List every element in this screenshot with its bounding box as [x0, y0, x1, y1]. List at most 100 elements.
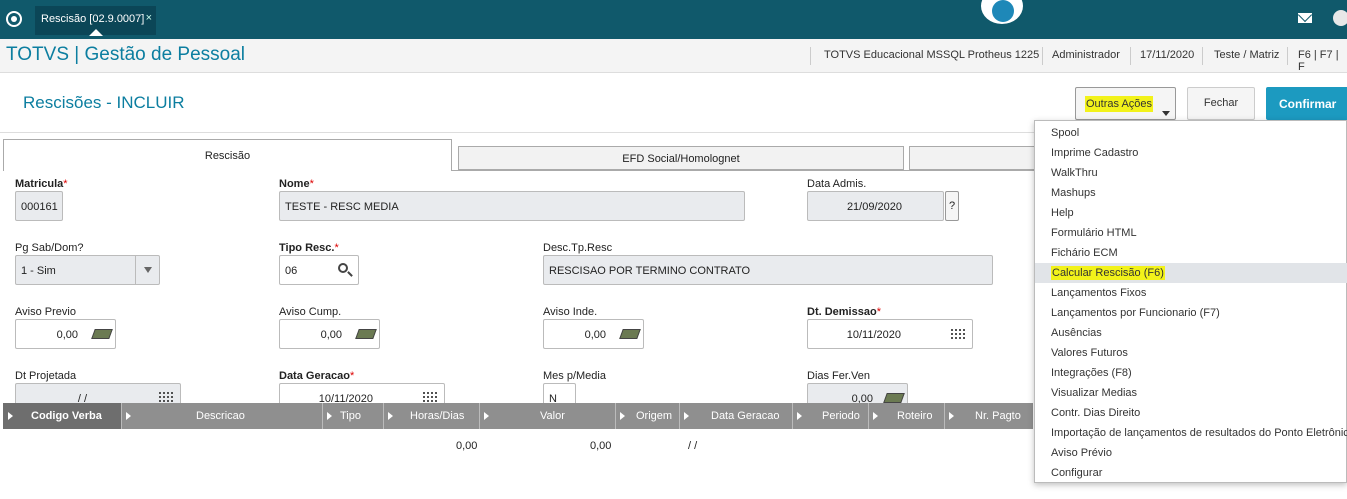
grid-header: Codigo Verba Descricao Tipo Horas/Dias V…	[3, 403, 1033, 429]
tipo-resc-label: Tipo Resc.*	[279, 242, 339, 254]
money-icon[interactable]	[91, 329, 113, 339]
play-arrow-icon	[8, 412, 13, 420]
tab-efd-social[interactable]: EFD Social/Homolognet	[458, 146, 904, 170]
dias-fer-ven-label: Dias Fer.Ven	[807, 370, 870, 382]
tab-label: Rescisão [02.9.0007]	[41, 13, 145, 25]
menu-item-spool[interactable]: Spool	[1035, 123, 1347, 143]
aviso-inde-label: Aviso Inde.	[543, 306, 598, 318]
user-label: Administrador	[1052, 49, 1120, 61]
search-icon[interactable]	[338, 263, 348, 273]
company-label: Teste / Matriz	[1214, 49, 1280, 61]
pg-sab-dom-select[interactable]: 1 - Sim	[15, 255, 160, 285]
chat-icon	[992, 0, 1014, 22]
calendar-icon[interactable]	[158, 391, 174, 403]
grid-cell-data-geracao[interactable]: / /	[688, 440, 697, 452]
play-arrow-icon	[620, 412, 625, 420]
menu-item-walkthru[interactable]: WalkThru	[1035, 163, 1347, 183]
matricula-field[interactable]: 000161	[15, 191, 63, 221]
matricula-label: Matricula*	[15, 178, 68, 190]
play-arrow-icon	[949, 412, 954, 420]
grid-col-horas-dias[interactable]: Horas/Dias	[384, 403, 479, 429]
nome-field[interactable]: TESTE - RESC MEDIA	[279, 191, 745, 221]
aviso-cump-label: Aviso Cump.	[279, 306, 342, 318]
grid-col-periodo[interactable]: Periodo	[793, 403, 868, 429]
nome-label: Nome*	[279, 178, 314, 190]
aviso-previo-label: Aviso Previo	[15, 306, 76, 318]
grid-col-valor[interactable]: Valor	[480, 403, 615, 429]
menu-item-aviso-previo[interactable]: Aviso Prévio	[1035, 443, 1347, 463]
desc-tp-resc-field[interactable]: RESCISAO POR TERMINO CONTRATO	[543, 255, 993, 285]
app-title: TOTVS | Gestão de Pessoal	[6, 44, 246, 65]
menu-item-configurar[interactable]: Configurar	[1035, 463, 1347, 483]
grid-cell-valor[interactable]: 0,00	[590, 440, 611, 452]
page-title: Rescisões - INCLUIR	[23, 93, 185, 112]
totvs-logo-icon[interactable]	[6, 11, 22, 27]
play-arrow-icon	[484, 412, 489, 420]
app-header: TOTVS | Gestão de Pessoal TOTVS Educacio…	[0, 39, 1347, 73]
menu-item-calcular-rescisao[interactable]: Calcular Rescisão (F6)	[1035, 263, 1347, 283]
divider	[810, 47, 811, 65]
grid-cell-horas[interactable]: 0,00	[456, 440, 477, 452]
help-button[interactable]: ?	[945, 191, 959, 221]
tab-third[interactable]	[909, 146, 1039, 170]
grid-col-origem[interactable]: Origem	[616, 403, 679, 429]
grid-col-tipo[interactable]: Tipo	[323, 403, 383, 429]
tab-active-notch	[89, 29, 103, 36]
tab-rescisao-form[interactable]: Rescisão	[3, 139, 452, 171]
menu-item-mashups[interactable]: Mashups	[1035, 183, 1347, 203]
grid-col-codigo-verba[interactable]: Codigo Verba	[3, 403, 121, 429]
menu-item-contr-dias-direito[interactable]: Contr. Dias Direito	[1035, 403, 1347, 423]
chat-bubble-icon[interactable]	[979, 0, 1025, 26]
environment-label: TOTVS Educacional MSSQL Protheus 1225	[824, 49, 1040, 61]
divider	[1202, 47, 1203, 65]
menu-item-integracoes[interactable]: Integrações (F8)	[1035, 363, 1347, 383]
play-arrow-icon	[388, 412, 393, 420]
money-icon[interactable]	[355, 329, 377, 339]
data-admis-label: Data Admis.	[807, 178, 867, 190]
tab-rescisao[interactable]: Rescisão [02.9.0007] ×	[35, 6, 156, 36]
tab-close-icon[interactable]: ×	[146, 12, 152, 24]
confirmar-button[interactable]: Confirmar	[1266, 87, 1347, 120]
play-arrow-icon	[873, 412, 878, 420]
outras-acoes-menu: Spool Imprime Cadastro WalkThru Mashups …	[1034, 120, 1347, 483]
user-avatar[interactable]	[1333, 10, 1347, 26]
menu-item-lancamentos-por-funcionario[interactable]: Lançamentos por Funcionario (F7)	[1035, 303, 1347, 323]
grid-col-roteiro[interactable]: Roteiro	[869, 403, 944, 429]
menu-item-ausencias[interactable]: Ausências	[1035, 323, 1347, 343]
dt-demissao-label: Dt. Demissao*	[807, 306, 881, 318]
menu-item-visualizar-medias[interactable]: Visualizar Medias	[1035, 383, 1347, 403]
money-icon[interactable]	[883, 393, 905, 403]
menu-item-lancamentos-fixos[interactable]: Lançamentos Fixos	[1035, 283, 1347, 303]
grid-col-data-geracao[interactable]: Data Geracao	[680, 403, 792, 429]
dt-demissao-field[interactable]: 10/11/2020	[807, 319, 973, 349]
menu-item-imprime-cadastro[interactable]: Imprime Cadastro	[1035, 143, 1347, 163]
menu-item-help[interactable]: Help	[1035, 203, 1347, 223]
play-arrow-icon	[327, 412, 332, 420]
menu-item-label: Calcular Rescisão (F6)	[1051, 266, 1165, 280]
menu-item-valores-futuros[interactable]: Valores Futuros	[1035, 343, 1347, 363]
menu-item-formulario-html[interactable]: Formulário HTML	[1035, 223, 1347, 243]
menu-item-fichario-ecm[interactable]: Fichário ECM	[1035, 243, 1347, 263]
select-divider	[135, 256, 136, 284]
mail-icon[interactable]	[1298, 13, 1312, 23]
play-arrow-icon	[797, 412, 802, 420]
play-arrow-icon	[684, 412, 689, 420]
menu-item-importacao-ponto[interactable]: Importação de lançamentos de resultados …	[1035, 423, 1347, 443]
chevron-down-icon	[1162, 111, 1170, 116]
top-bar: Rescisão [02.9.0007] ×	[0, 0, 1347, 39]
mes-p-media-label: Mes p/Media	[543, 370, 606, 382]
outras-acoes-button[interactable]: Outras Ações	[1075, 87, 1176, 120]
data-admis-field[interactable]: 21/09/2020	[807, 191, 944, 221]
calendar-icon[interactable]	[422, 391, 438, 403]
grid-col-nr-pagto[interactable]: Nr. Pagto	[945, 403, 1033, 429]
grid-col-descricao[interactable]: Descricao	[122, 403, 322, 429]
calendar-icon[interactable]	[950, 328, 966, 340]
fechar-button[interactable]: Fechar	[1187, 87, 1255, 120]
dt-projetada-label: Dt Projetada	[15, 370, 77, 382]
chevron-down-icon[interactable]	[144, 267, 152, 273]
data-geracao-label: Data Geracao*	[279, 370, 355, 382]
divider	[1130, 47, 1131, 65]
divider	[1287, 47, 1288, 65]
money-icon[interactable]	[619, 329, 641, 339]
play-arrow-icon	[126, 412, 131, 420]
